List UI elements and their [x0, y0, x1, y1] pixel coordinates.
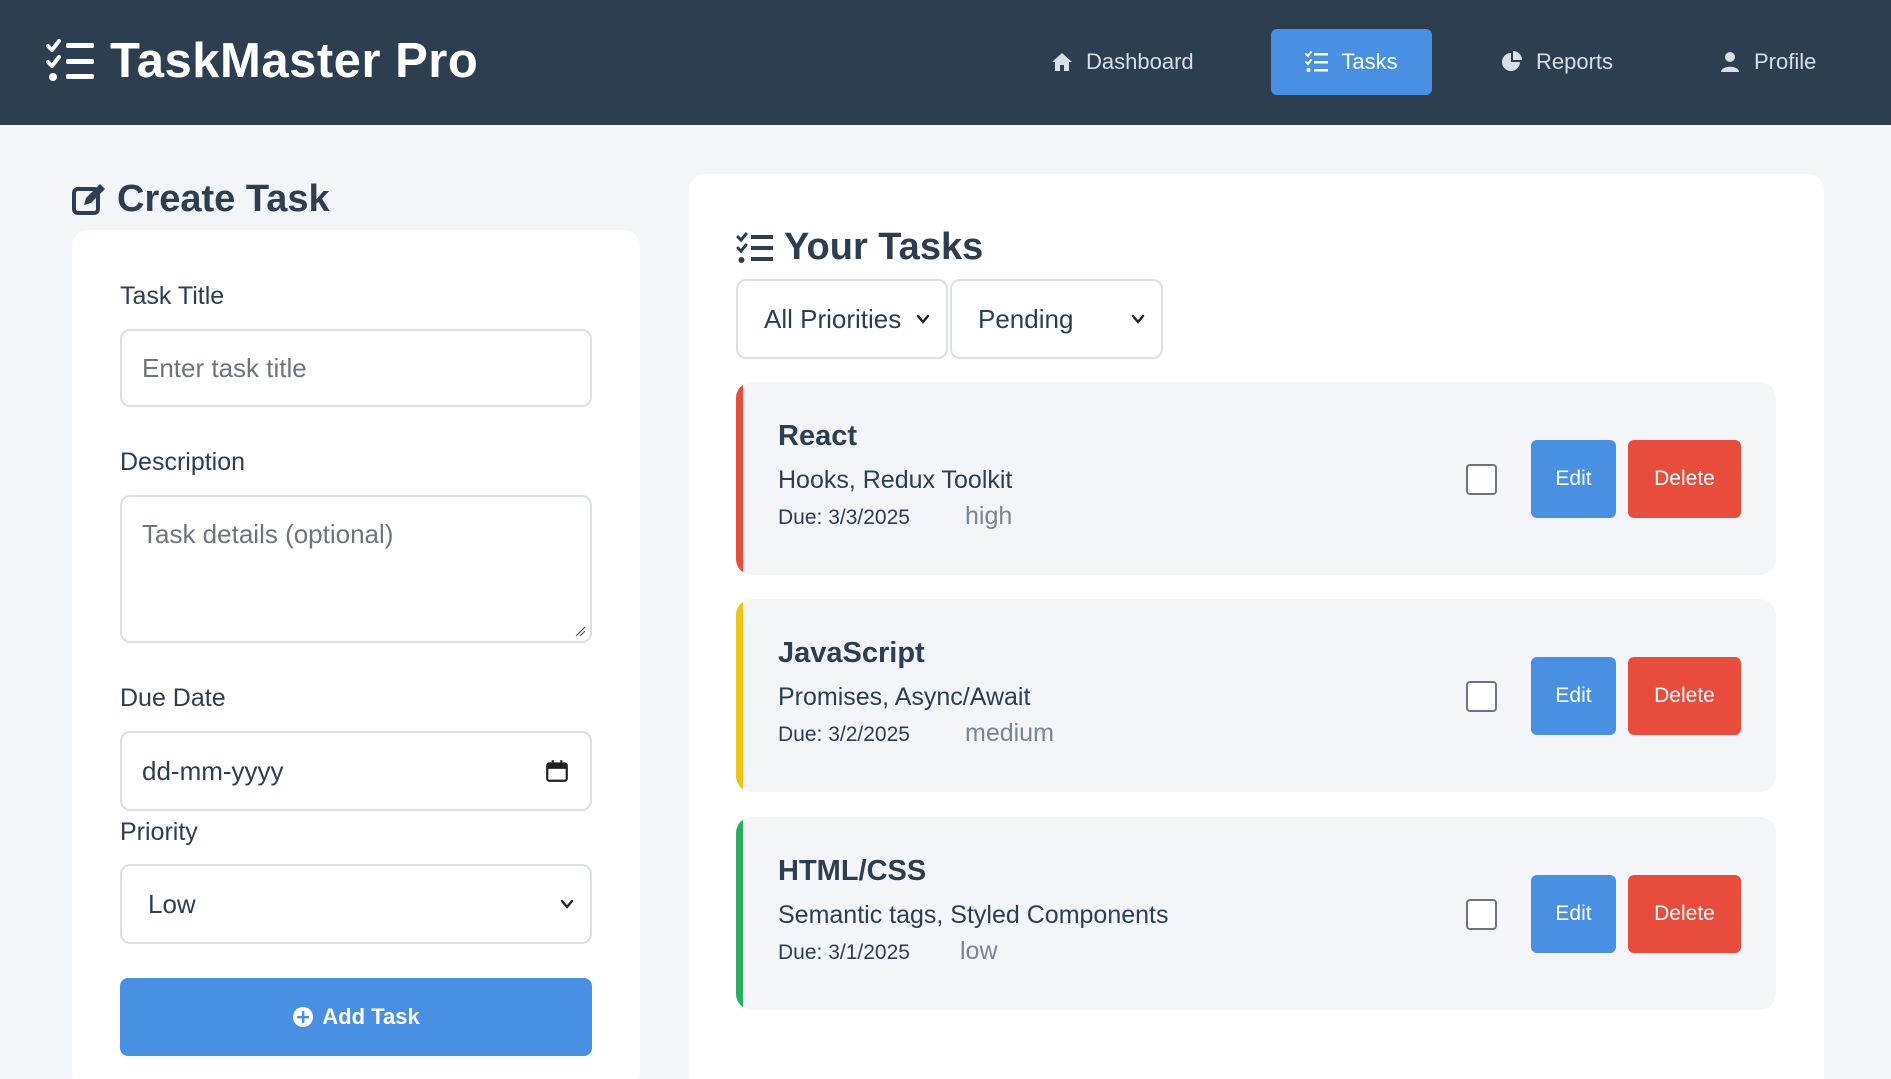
home-icon	[1052, 53, 1072, 71]
top-navbar: TaskMaster Pro Dashboard Tasks Reports P…	[0, 0, 1891, 125]
task-description: Semantic tags, Styled Components	[778, 901, 1169, 929]
task-priority: low	[960, 937, 998, 965]
priority-color-bar	[736, 382, 743, 575]
priority-color-bar	[736, 599, 743, 792]
chevron-down-icon	[1131, 314, 1145, 324]
task-description: Promises, Async/Await	[778, 683, 1031, 711]
chevron-down-icon	[560, 899, 574, 909]
task-item: HTML/CSS Semantic tags, Styled Component…	[736, 817, 1776, 1010]
delete-button[interactable]: Delete	[1628, 657, 1741, 735]
edit-icon	[72, 183, 105, 215]
task-complete-checkbox[interactable]	[1466, 681, 1497, 712]
task-item: React Hooks, Redux Toolkit Due: 3/3/2025…	[736, 382, 1776, 575]
task-due-date: Due: 3/1/2025	[778, 941, 910, 964]
priority-filter-select[interactable]: All Priorities	[736, 279, 948, 359]
priority-label: Priority	[120, 818, 198, 846]
task-priority: medium	[965, 719, 1054, 747]
status-filter-select[interactable]: Pending	[950, 279, 1163, 359]
list-check-icon	[1305, 51, 1329, 72]
task-due-date: Due: 3/3/2025	[778, 506, 910, 529]
task-complete-checkbox[interactable]	[1466, 899, 1497, 930]
task-title: HTML/CSS	[778, 855, 927, 887]
chevron-down-icon	[916, 314, 930, 324]
due-date-input[interactable]: dd-mm-yyyy	[120, 731, 592, 811]
resize-grip-icon[interactable]	[574, 625, 586, 637]
edit-button[interactable]: Edit	[1531, 440, 1616, 518]
delete-button[interactable]: Delete	[1628, 875, 1741, 953]
nav-profile[interactable]: Profile	[1718, 29, 1838, 95]
due-date-label: Due Date	[120, 684, 226, 712]
plus-circle-icon	[293, 1007, 314, 1027]
task-description: Hooks, Redux Toolkit	[778, 466, 1013, 494]
edit-button[interactable]: Edit	[1531, 875, 1616, 953]
list-check-icon	[736, 232, 773, 263]
create-task-heading: Create Task	[71, 178, 330, 221]
nav-tasks[interactable]: Tasks	[1271, 29, 1432, 95]
task-title: JavaScript	[778, 637, 925, 669]
nav-reports[interactable]: Reports	[1500, 29, 1630, 95]
app-logo[interactable]: TaskMaster Pro	[46, 30, 478, 92]
task-title-input[interactable]: Enter task title	[120, 329, 592, 407]
pie-chart-icon	[1502, 51, 1522, 71]
add-task-button[interactable]: Add Task	[120, 978, 592, 1056]
list-check-icon	[46, 39, 94, 81]
task-complete-checkbox[interactable]	[1466, 464, 1497, 495]
edit-button[interactable]: Edit	[1531, 657, 1616, 735]
task-priority: high	[965, 502, 1013, 530]
description-label: Description	[120, 448, 246, 476]
calendar-icon[interactable]	[544, 758, 570, 784]
priority-color-bar	[736, 817, 743, 1010]
task-due-date: Due: 3/2/2025	[778, 723, 910, 746]
priority-select[interactable]: Low	[120, 864, 592, 944]
task-item: JavaScript Promises, Async/Await Due: 3/…	[736, 599, 1776, 792]
delete-button[interactable]: Delete	[1628, 440, 1741, 518]
nav-dashboard[interactable]: Dashboard	[1050, 29, 1210, 95]
your-tasks-heading: Your Tasks	[736, 226, 983, 269]
app-title: TaskMaster Pro	[110, 34, 479, 88]
task-title-label: Task Title	[120, 282, 225, 310]
user-icon	[1721, 52, 1739, 72]
task-title: React	[778, 420, 857, 452]
description-textarea[interactable]: Task details (optional)	[120, 495, 592, 643]
